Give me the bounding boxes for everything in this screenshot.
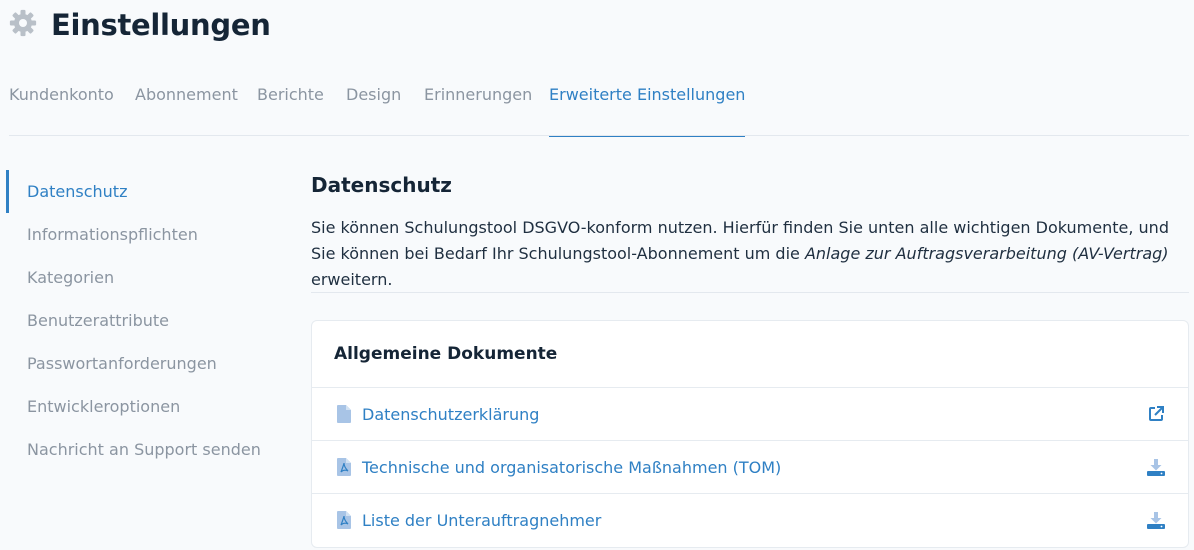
tab-erweiterte-einstellungen[interactable]: Erweiterte Einstellungen: [549, 84, 746, 137]
section-title: Datenschutz: [311, 173, 452, 197]
gear-icon: [8, 8, 38, 42]
external-link-icon[interactable]: [1146, 404, 1166, 424]
sidebar-item-kategorien[interactable]: Kategorien: [6, 256, 286, 299]
document-row-unterauftragnehmer[interactable]: Liste der Unterauftragnehmer: [312, 494, 1188, 546]
tabs-divider: [9, 135, 1189, 136]
sidebar: Datenschutz Informationspflichten Katego…: [6, 170, 286, 471]
documents-card: Allgemeine Dokumente Datenschutzerklärun…: [311, 320, 1189, 548]
page-header: Einstellungen: [8, 8, 271, 42]
sidebar-item-passwortanforderungen[interactable]: Passwortanforderungen: [6, 342, 286, 385]
card-title: Allgemeine Dokumente: [312, 321, 1188, 388]
settings-tabs: Kundenkonto Abonnement Berichte Design E…: [9, 84, 1194, 137]
tab-kundenkonto[interactable]: Kundenkonto: [9, 84, 114, 135]
tab-berichte[interactable]: Berichte: [257, 84, 324, 135]
pdf-file-icon: [336, 511, 352, 529]
document-link[interactable]: Technische und organisatorische Maßnahme…: [362, 458, 781, 477]
sidebar-item-informationspflichten[interactable]: Informationspflichten: [6, 213, 286, 256]
document-row-datenschutzerklaerung[interactable]: Datenschutzerklärung: [312, 388, 1188, 441]
content-divider: [311, 292, 1189, 293]
intro-text: Sie können Schulungstool DSGVO-konform n…: [311, 215, 1171, 293]
sidebar-item-datenschutz[interactable]: Datenschutz: [6, 170, 286, 213]
pdf-file-icon: [336, 458, 352, 476]
intro-text-end: erweitern.: [311, 270, 393, 289]
intro-text-italic: Anlage zur Auftragsverarbeitung (AV-Vert…: [804, 244, 1169, 263]
sidebar-item-benutzerattribute[interactable]: Benutzerattribute: [6, 299, 286, 342]
tab-design[interactable]: Design: [346, 84, 401, 135]
sidebar-item-support[interactable]: Nachricht an Support senden: [6, 428, 286, 471]
tab-erinnerungen[interactable]: Erinnerungen: [424, 84, 532, 135]
tab-abonnement[interactable]: Abonnement: [135, 84, 238, 135]
document-link[interactable]: Datenschutzerklärung: [362, 405, 539, 424]
main-content: Datenschutz Sie können Schulungstool DSG…: [311, 170, 1189, 548]
document-row-tom[interactable]: Technische und organisatorische Maßnahme…: [312, 441, 1188, 494]
document-icon: [336, 405, 352, 423]
page-title: Einstellungen: [51, 8, 271, 42]
document-link[interactable]: Liste der Unterauftragnehmer: [362, 511, 601, 530]
sidebar-item-entwickleroptionen[interactable]: Entwickleroptionen: [6, 385, 286, 428]
download-icon[interactable]: [1146, 457, 1166, 477]
download-icon[interactable]: [1146, 510, 1166, 530]
